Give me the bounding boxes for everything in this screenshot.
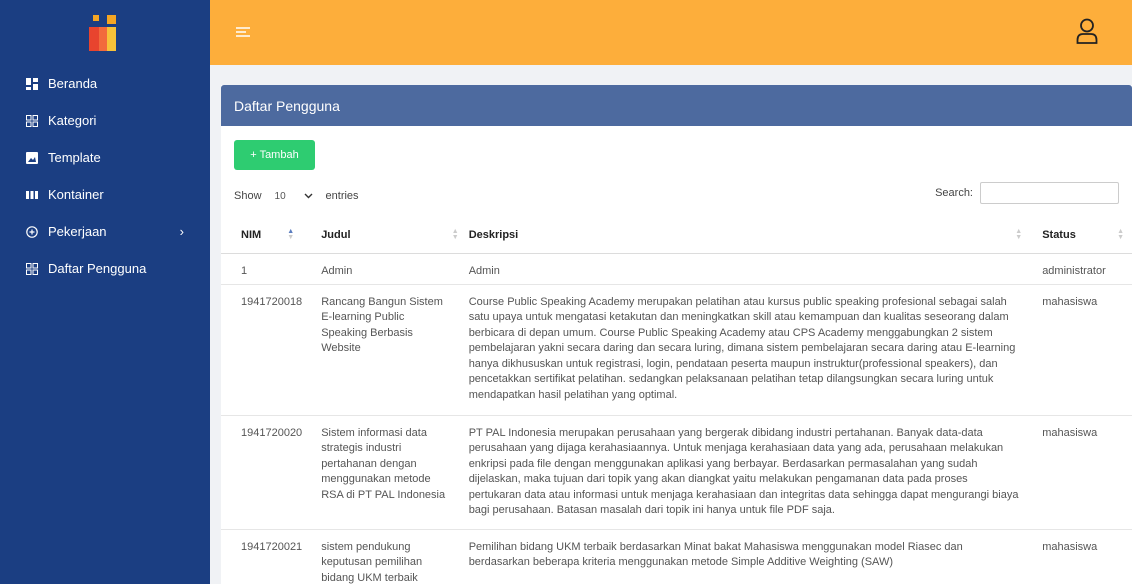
sidebar-item-label: Beranda <box>48 76 98 91</box>
logo-icon <box>89 14 116 51</box>
page-size-control: Show 10 entries <box>234 186 359 206</box>
card-title: Daftar Pengguna <box>221 85 1132 126</box>
user-list-card: Daftar Pengguna + Tambah Show 10 entries… <box>221 85 1132 584</box>
column-header-judul[interactable]: Judul ▲ ▼ <box>302 217 467 254</box>
cell-judul: Admin <box>302 253 467 285</box>
chevron-right-icon: › <box>179 224 184 239</box>
sidebar-item-pekerjaan[interactable]: Pekerjaan › <box>0 213 210 250</box>
cell-deskripsi: Admin <box>466 253 1031 285</box>
cell-judul: Rancang Bangun Sistem E-learning Public … <box>302 284 467 416</box>
app-logo[interactable] <box>0 0 210 65</box>
cell-nim: 1 <box>221 253 303 285</box>
sidebar-item-template[interactable]: Template <box>0 139 210 176</box>
plus-circle-icon <box>26 225 38 238</box>
cell-status: mahasiswa <box>1030 415 1132 530</box>
dashboard-icon <box>26 77 38 90</box>
sidebar-item-kontainer[interactable]: Kontainer <box>0 176 210 213</box>
sidebar: Beranda Kategori Template Kontainer Peke… <box>0 0 210 584</box>
cell-status: administrator <box>1030 253 1132 285</box>
columns-icon <box>26 189 38 201</box>
entries-label: entries <box>325 190 359 202</box>
column-header-status[interactable]: Status ▲ ▼ <box>1030 217 1132 254</box>
table-row[interactable]: 1 Admin Admin administrator <box>221 253 1132 285</box>
topbar <box>210 0 1132 65</box>
sort-icon: ▲ ▼ <box>451 228 459 241</box>
cell-nim: 1941720018 <box>221 284 303 416</box>
user-table: NIM ▲ ▼ Judul ▲ ▼ Deskripsi ▲ ▼ Status ▲ ▼ <box>221 217 1132 584</box>
add-button[interactable]: + Tambah <box>234 140 315 170</box>
table-row[interactable]: 1941720018 Rancang Bangun Sistem E-learn… <box>221 284 1132 416</box>
column-header-nim[interactable]: NIM ▲ ▼ <box>221 217 303 254</box>
table-header-row: NIM ▲ ▼ Judul ▲ ▼ Deskripsi ▲ ▼ Status ▲ ▼ <box>221 217 1132 254</box>
sort-asc-icon: ▲ ▼ <box>287 228 295 241</box>
search-input[interactable] <box>980 182 1119 204</box>
cell-deskripsi: PT PAL Indonesia merupakan perusahaan ya… <box>466 415 1031 530</box>
grid-icon <box>26 262 38 275</box>
sidebar-item-label: Pekerjaan <box>48 224 107 239</box>
chevron-down-icon <box>304 193 313 199</box>
cell-deskripsi: Course Public Speaking Academy merupakan… <box>466 284 1031 416</box>
image-icon <box>26 151 38 164</box>
cell-status: mahasiswa <box>1030 284 1132 416</box>
menu-toggle-icon[interactable] <box>236 25 250 39</box>
sidebar-item-daftar-pengguna[interactable]: Daftar Pengguna <box>0 250 210 287</box>
page-size-value: 10 <box>274 190 286 202</box>
search-control: Search: <box>935 182 1119 204</box>
cell-nim: 1941720020 <box>221 415 303 530</box>
cell-status: mahasiswa <box>1030 529 1132 584</box>
page-size-select[interactable]: 10 <box>269 186 319 206</box>
sidebar-item-kategori[interactable]: Kategori <box>0 102 210 139</box>
table-row[interactable]: 1941720020 Sistem informasi data strateg… <box>221 415 1132 530</box>
user-icon[interactable] <box>1076 18 1098 44</box>
table-row[interactable]: 1941720021 sistem pendukung keputusan pe… <box>221 529 1132 584</box>
cell-deskripsi: Pemilihan bidang UKM terbaik berdasarkan… <box>466 529 1031 584</box>
sidebar-item-label: Kategori <box>48 113 97 128</box>
sidebar-item-label: Template <box>48 150 101 165</box>
cell-judul: sistem pendukung keputusan pemilihan bid… <box>302 529 467 584</box>
cell-nim: 1941720021 <box>221 529 303 584</box>
sidebar-item-label: Kontainer <box>48 187 104 202</box>
sort-icon: ▲ ▼ <box>1015 228 1023 241</box>
column-header-deskripsi[interactable]: Deskripsi ▲ ▼ <box>466 217 1031 254</box>
sort-icon: ▲ ▼ <box>1117 228 1124 241</box>
search-label: Search: <box>935 187 973 199</box>
cell-judul: Sistem informasi data strategis industri… <box>302 415 467 530</box>
sidebar-item-label: Daftar Pengguna <box>48 261 147 276</box>
sidebar-item-beranda[interactable]: Beranda <box>0 65 210 102</box>
grid-icon <box>26 114 38 127</box>
show-label: Show <box>234 190 262 202</box>
